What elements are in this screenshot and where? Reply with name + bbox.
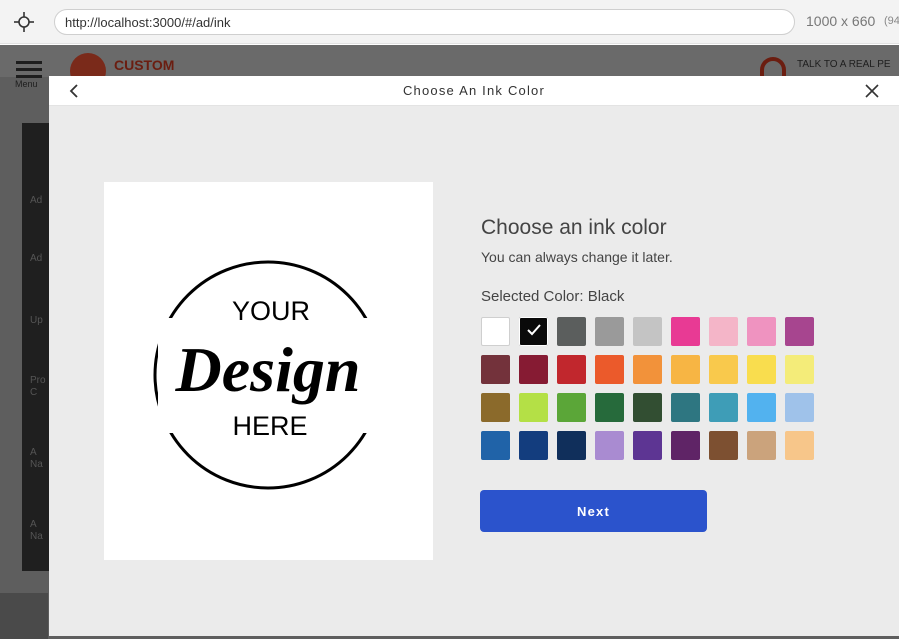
color-swatch[interactable]: [709, 317, 738, 346]
design-preview: YOUR Design HERE: [104, 182, 433, 560]
color-swatch[interactable]: [519, 317, 548, 346]
sidebar-partial-label: A: [30, 447, 37, 458]
color-swatch[interactable]: [709, 431, 738, 460]
color-swatch[interactable]: [481, 355, 510, 384]
color-swatch[interactable]: [557, 393, 586, 422]
menu-label: Menu: [15, 79, 38, 89]
modal-header: Choose An Ink Color: [49, 76, 899, 106]
color-swatch[interactable]: [671, 393, 700, 422]
color-swatch[interactable]: [747, 431, 776, 460]
color-swatch[interactable]: [481, 431, 510, 460]
color-swatch-grid: [481, 317, 821, 460]
design-text-design: Design: [175, 334, 361, 405]
color-swatch[interactable]: [481, 317, 510, 346]
talk-to-person-link: TALK TO A REAL PE: [797, 59, 891, 70]
color-swatch[interactable]: [671, 431, 700, 460]
choose-subheading: You can always change it later.: [481, 249, 673, 265]
choose-heading: Choose an ink color: [481, 216, 667, 239]
browser-toolbar: 1000 x 660 (94: [0, 0, 899, 44]
color-swatch[interactable]: [481, 393, 510, 422]
design-placeholder-graphic: YOUR Design HERE: [153, 260, 388, 490]
modal-title: Choose An Ink Color: [402, 83, 546, 98]
logo-text: CUSTOM: [114, 57, 175, 73]
viewport-zoom-readout: (94: [884, 15, 899, 27]
menu-icon: [16, 61, 42, 64]
color-swatch[interactable]: [785, 355, 814, 384]
color-swatch[interactable]: [785, 431, 814, 460]
next-button[interactable]: Next: [480, 490, 707, 532]
move-icon[interactable]: [13, 11, 35, 33]
url-input[interactable]: [54, 9, 795, 35]
color-swatch[interactable]: [557, 317, 586, 346]
color-swatch[interactable]: [595, 317, 624, 346]
checkmark-icon: [527, 324, 541, 336]
sidebar-partial-label: Up: [30, 315, 43, 326]
color-swatch[interactable]: [557, 431, 586, 460]
sidebar-partial-label: Na: [30, 531, 43, 542]
color-swatch[interactable]: [671, 355, 700, 384]
sidebar-partial-label: Ad: [30, 253, 43, 264]
background-sidebar: [22, 123, 50, 571]
color-swatch[interactable]: [633, 355, 662, 384]
color-swatch[interactable]: [595, 393, 624, 422]
color-swatch[interactable]: [709, 355, 738, 384]
close-icon[interactable]: [864, 83, 880, 99]
color-swatch[interactable]: [747, 393, 776, 422]
color-swatch[interactable]: [671, 317, 700, 346]
color-swatch[interactable]: [633, 393, 662, 422]
color-swatch[interactable]: [785, 393, 814, 422]
viewport-size-readout: 1000 x 660: [806, 13, 876, 29]
sidebar-partial-label: Na: [30, 459, 43, 470]
color-swatch[interactable]: [519, 393, 548, 422]
color-swatch[interactable]: [747, 355, 776, 384]
color-swatch[interactable]: [709, 393, 738, 422]
sidebar-partial-label: C: [30, 387, 38, 398]
color-swatch[interactable]: [633, 431, 662, 460]
selected-color-label: Selected Color: Black: [481, 288, 625, 305]
ink-color-modal: Choose An Ink Color YOUR Design HERE Cho…: [49, 76, 899, 636]
color-swatch[interactable]: [633, 317, 662, 346]
color-swatch[interactable]: [519, 431, 548, 460]
design-text-your: YOUR: [232, 296, 310, 326]
color-swatch[interactable]: [557, 355, 586, 384]
sidebar-partial-label: A: [30, 519, 37, 530]
color-swatch[interactable]: [785, 317, 814, 346]
sidebar-partial-label: Pro: [30, 375, 46, 386]
design-text-here: HERE: [232, 411, 307, 441]
sidebar-partial-label: Ad: [30, 195, 43, 206]
color-swatch[interactable]: [747, 317, 776, 346]
color-swatch[interactable]: [595, 431, 624, 460]
color-swatch[interactable]: [519, 355, 548, 384]
background-footer-strip: [0, 593, 48, 639]
color-swatch[interactable]: [595, 355, 624, 384]
